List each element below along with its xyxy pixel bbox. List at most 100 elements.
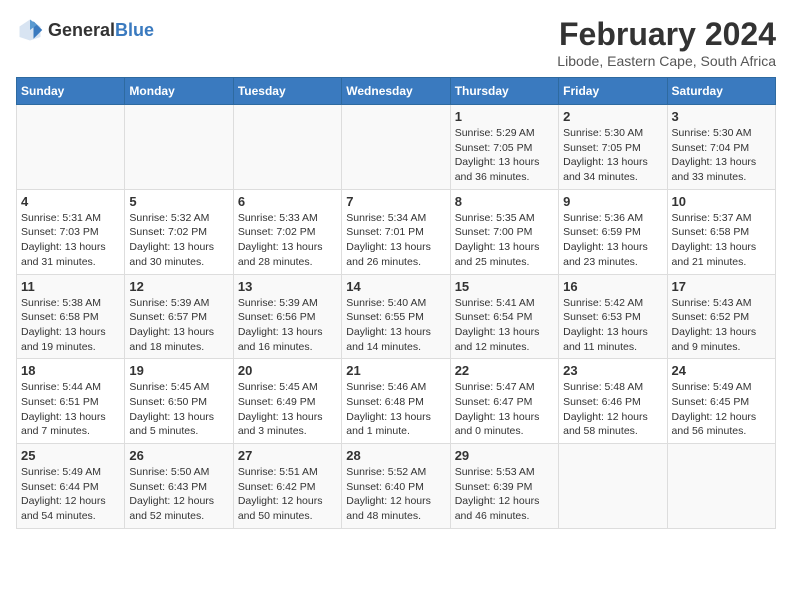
title-area: February 2024 Libode, Eastern Cape, Sout… (557, 16, 776, 69)
day-info: Sunrise: 5:52 AMSunset: 6:40 PMDaylight:… (346, 465, 445, 524)
day-number: 26 (129, 448, 228, 463)
day-number: 23 (563, 363, 662, 378)
day-info: Sunrise: 5:40 AMSunset: 6:55 PMDaylight:… (346, 296, 445, 355)
day-info: Sunrise: 5:48 AMSunset: 6:46 PMDaylight:… (563, 380, 662, 439)
weekday-header-sunday: Sunday (17, 78, 125, 105)
calendar-cell: 14 Sunrise: 5:40 AMSunset: 6:55 PMDayligh… (342, 274, 450, 359)
calendar-table: SundayMondayTuesdayWednesdayThursdayFrid… (16, 77, 776, 529)
day-info: Sunrise: 5:47 AMSunset: 6:47 PMDaylight:… (455, 380, 554, 439)
calendar-cell: 4 Sunrise: 5:31 AMSunset: 7:03 PMDaylight… (17, 189, 125, 274)
weekday-header-tuesday: Tuesday (233, 78, 341, 105)
day-info: Sunrise: 5:30 AMSunset: 7:05 PMDaylight:… (563, 126, 662, 185)
day-info: Sunrise: 5:36 AMSunset: 6:59 PMDaylight:… (563, 211, 662, 270)
calendar-cell: 27Sunrise: 5:51 AMSunset: 6:42 PMDayligh… (233, 444, 341, 529)
calendar-cell: 18 Sunrise: 5:44 AMSunset: 6:51 PMDayligh… (17, 359, 125, 444)
day-info: Sunrise: 5:33 AMSunset: 7:02 PMDaylight:… (238, 211, 337, 270)
day-info: Sunrise: 5:46 AMSunset: 6:48 PMDaylight:… (346, 380, 445, 439)
weekday-header-row: SundayMondayTuesdayWednesdayThursdayFrid… (17, 78, 776, 105)
day-number: 20 (238, 363, 337, 378)
calendar-cell: 20 Sunrise: 5:45 AMSunset: 6:49 PMDayligh… (233, 359, 341, 444)
calendar-cell (17, 105, 125, 190)
main-title: February 2024 (557, 16, 776, 53)
week-row-1: 1 Sunrise: 5:29 AMSunset: 7:05 PMDaylight… (17, 105, 776, 190)
week-row-4: 18 Sunrise: 5:44 AMSunset: 6:51 PMDayligh… (17, 359, 776, 444)
subtitle: Libode, Eastern Cape, South Africa (557, 53, 776, 69)
day-number: 15 (455, 279, 554, 294)
calendar-cell: 8 Sunrise: 5:35 AMSunset: 7:00 PMDaylight… (450, 189, 558, 274)
calendar-cell: 28 Sunrise: 5:52 AMSunset: 6:40 PMDayligh… (342, 444, 450, 529)
day-number: 25 (21, 448, 120, 463)
calendar-cell: 5 Sunrise: 5:32 AMSunset: 7:02 PMDaylight… (125, 189, 233, 274)
day-info: Sunrise: 5:45 AMSunset: 6:50 PMDaylight:… (129, 380, 228, 439)
day-number: 19 (129, 363, 228, 378)
day-info: Sunrise: 5:38 AMSunset: 6:58 PMDaylight:… (21, 296, 120, 355)
logo-text: GeneralBlue (48, 20, 154, 41)
day-number: 4 (21, 194, 120, 209)
calendar-cell (125, 105, 233, 190)
weekday-header-saturday: Saturday (667, 78, 775, 105)
day-info: Sunrise: 5:31 AMSunset: 7:03 PMDaylight:… (21, 211, 120, 270)
day-info: Sunrise: 5:44 AMSunset: 6:51 PMDaylight:… (21, 380, 120, 439)
day-info: Sunrise: 5:39 AMSunset: 6:56 PMDaylight:… (238, 296, 337, 355)
calendar-cell (559, 444, 667, 529)
calendar-cell: 22 Sunrise: 5:47 AMSunset: 6:47 PMDayligh… (450, 359, 558, 444)
calendar-cell (342, 105, 450, 190)
day-number: 14 (346, 279, 445, 294)
calendar-cell: 7 Sunrise: 5:34 AMSunset: 7:01 PMDaylight… (342, 189, 450, 274)
day-info: Sunrise: 5:49 AMSunset: 6:45 PMDaylight:… (672, 380, 771, 439)
day-number: 11 (21, 279, 120, 294)
day-number: 13 (238, 279, 337, 294)
calendar-cell: 29 Sunrise: 5:53 AMSunset: 6:39 PMDayligh… (450, 444, 558, 529)
day-info: Sunrise: 5:49 AMSunset: 6:44 PMDaylight:… (21, 465, 120, 524)
calendar-cell: 13 Sunrise: 5:39 AMSunset: 6:56 PMDayligh… (233, 274, 341, 359)
day-number: 7 (346, 194, 445, 209)
day-info: Sunrise: 5:41 AMSunset: 6:54 PMDaylight:… (455, 296, 554, 355)
day-info: Sunrise: 5:29 AMSunset: 7:05 PMDaylight:… (455, 126, 554, 185)
day-info: Sunrise: 5:42 AMSunset: 6:53 PMDaylight:… (563, 296, 662, 355)
day-number: 8 (455, 194, 554, 209)
logo: GeneralBlue (16, 16, 154, 44)
day-number: 29 (455, 448, 554, 463)
day-number: 18 (21, 363, 120, 378)
weekday-header-friday: Friday (559, 78, 667, 105)
day-number: 6 (238, 194, 337, 209)
calendar-cell: 23 Sunrise: 5:48 AMSunset: 6:46 PMDayligh… (559, 359, 667, 444)
day-info: Sunrise: 5:45 AMSunset: 6:49 PMDaylight:… (238, 380, 337, 439)
day-number: 21 (346, 363, 445, 378)
day-number: 16 (563, 279, 662, 294)
calendar-cell: 1 Sunrise: 5:29 AMSunset: 7:05 PMDaylight… (450, 105, 558, 190)
day-info: Sunrise: 5:53 AMSunset: 6:39 PMDaylight:… (455, 465, 554, 524)
day-number: 2 (563, 109, 662, 124)
calendar-cell (667, 444, 775, 529)
calendar-cell: 24 Sunrise: 5:49 AMSunset: 6:45 PMDayligh… (667, 359, 775, 444)
calendar-cell: 11 Sunrise: 5:38 AMSunset: 6:58 PMDayligh… (17, 274, 125, 359)
calendar-cell: 26 Sunrise: 5:50 AMSunset: 6:43 PMDayligh… (125, 444, 233, 529)
day-info: Sunrise: 5:32 AMSunset: 7:02 PMDaylight:… (129, 211, 228, 270)
calendar-cell: 17Sunrise: 5:43 AMSunset: 6:52 PMDayligh… (667, 274, 775, 359)
day-number: 24 (672, 363, 771, 378)
day-info: Sunrise: 5:35 AMSunset: 7:00 PMDaylight:… (455, 211, 554, 270)
day-number: 9 (563, 194, 662, 209)
day-number: 3 (672, 109, 771, 124)
calendar-cell: 12Sunrise: 5:39 AMSunset: 6:57 PMDayligh… (125, 274, 233, 359)
day-info: Sunrise: 5:34 AMSunset: 7:01 PMDaylight:… (346, 211, 445, 270)
day-number: 27 (238, 448, 337, 463)
day-number: 22 (455, 363, 554, 378)
day-info: Sunrise: 5:39 AMSunset: 6:57 PMDaylight:… (129, 296, 228, 355)
day-info: Sunrise: 5:30 AMSunset: 7:04 PMDaylight:… (672, 126, 771, 185)
calendar-cell: 15 Sunrise: 5:41 AMSunset: 6:54 PMDayligh… (450, 274, 558, 359)
calendar-cell: 6 Sunrise: 5:33 AMSunset: 7:02 PMDaylight… (233, 189, 341, 274)
calendar-cell (233, 105, 341, 190)
day-info: Sunrise: 5:50 AMSunset: 6:43 PMDaylight:… (129, 465, 228, 524)
week-row-5: 25 Sunrise: 5:49 AMSunset: 6:44 PMDayligh… (17, 444, 776, 529)
calendar-cell: 9 Sunrise: 5:36 AMSunset: 6:59 PMDaylight… (559, 189, 667, 274)
day-number: 1 (455, 109, 554, 124)
day-number: 28 (346, 448, 445, 463)
week-row-3: 11 Sunrise: 5:38 AMSunset: 6:58 PMDayligh… (17, 274, 776, 359)
day-info: Sunrise: 5:37 AMSunset: 6:58 PMDaylight:… (672, 211, 771, 270)
day-number: 5 (129, 194, 228, 209)
header: GeneralBlue February 2024 Libode, Easter… (16, 16, 776, 69)
calendar-cell: 21 Sunrise: 5:46 AMSunset: 6:48 PMDayligh… (342, 359, 450, 444)
day-info: Sunrise: 5:43 AMSunset: 6:52 PMDaylight:… (672, 296, 771, 355)
calendar-cell: 2 Sunrise: 5:30 AMSunset: 7:05 PMDaylight… (559, 105, 667, 190)
